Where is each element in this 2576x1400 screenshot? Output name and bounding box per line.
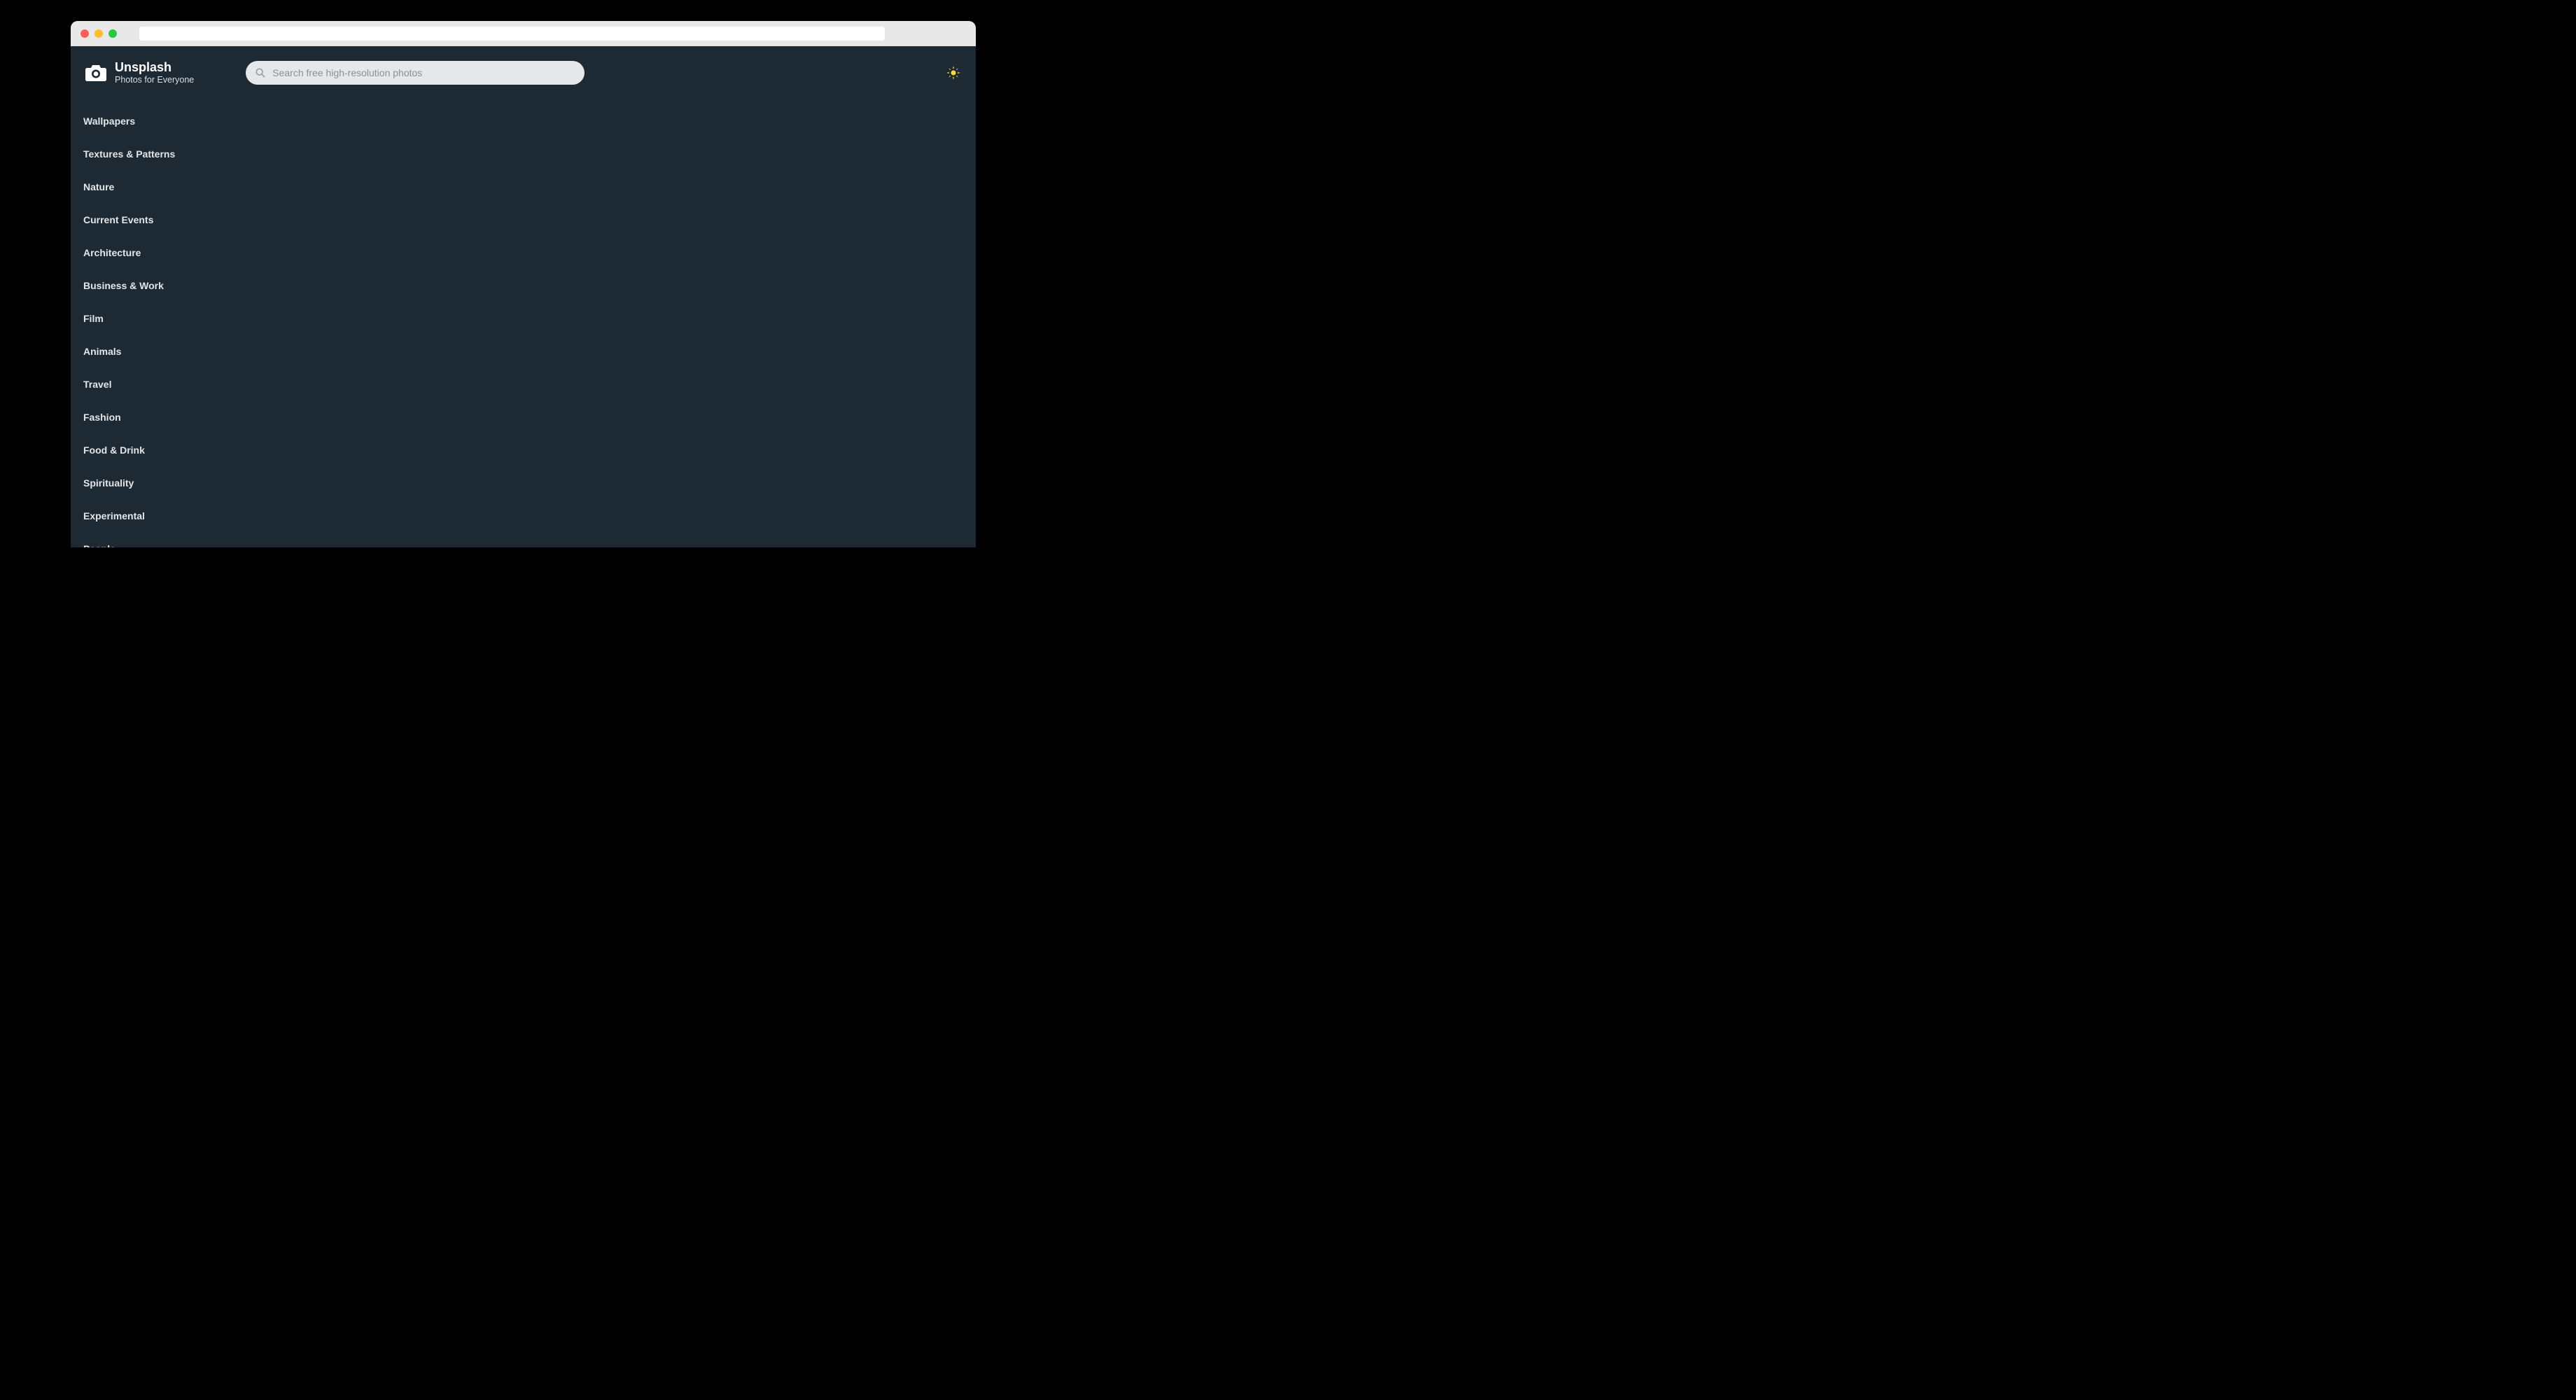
brand-logo[interactable]: Unsplash Photos for Everyone xyxy=(85,60,194,85)
category-business-work[interactable]: Business & Work xyxy=(83,269,164,302)
category-travel[interactable]: Travel xyxy=(83,368,111,400)
minimize-window-button[interactable] xyxy=(94,29,103,38)
brand-subtitle: Photos for Everyone xyxy=(115,75,194,85)
category-nature[interactable]: Nature xyxy=(83,170,114,203)
category-people[interactable]: People xyxy=(83,532,115,547)
category-fashion[interactable]: Fashion xyxy=(83,400,121,433)
camera-icon xyxy=(85,63,107,83)
app-content: Unsplash Photos for Everyone xyxy=(71,46,976,547)
search-icon xyxy=(255,68,265,78)
category-list: Wallpapers Textures & Patterns Nature Cu… xyxy=(71,94,976,547)
category-experimental[interactable]: Experimental xyxy=(83,499,145,532)
sun-icon[interactable] xyxy=(946,66,960,80)
category-textures-patterns[interactable]: Textures & Patterns xyxy=(83,137,175,170)
brand-text: Unsplash Photos for Everyone xyxy=(115,60,194,85)
url-bar[interactable] xyxy=(139,27,885,41)
header: Unsplash Photos for Everyone xyxy=(71,46,976,94)
window-controls xyxy=(80,29,117,38)
search-bar[interactable] xyxy=(246,61,584,85)
category-current-events[interactable]: Current Events xyxy=(83,203,153,236)
close-window-button[interactable] xyxy=(80,29,89,38)
maximize-window-button[interactable] xyxy=(108,29,117,38)
category-food-drink[interactable]: Food & Drink xyxy=(83,433,145,466)
category-animals[interactable]: Animals xyxy=(83,335,121,368)
search-input[interactable] xyxy=(272,67,575,78)
window-titlebar xyxy=(71,21,976,46)
category-film[interactable]: Film xyxy=(83,302,104,335)
category-spirituality[interactable]: Spirituality xyxy=(83,466,134,499)
category-architecture[interactable]: Architecture xyxy=(83,236,141,269)
app-window: Unsplash Photos for Everyone xyxy=(71,21,976,547)
category-wallpapers[interactable]: Wallpapers xyxy=(83,104,135,137)
brand-title: Unsplash xyxy=(115,60,194,75)
